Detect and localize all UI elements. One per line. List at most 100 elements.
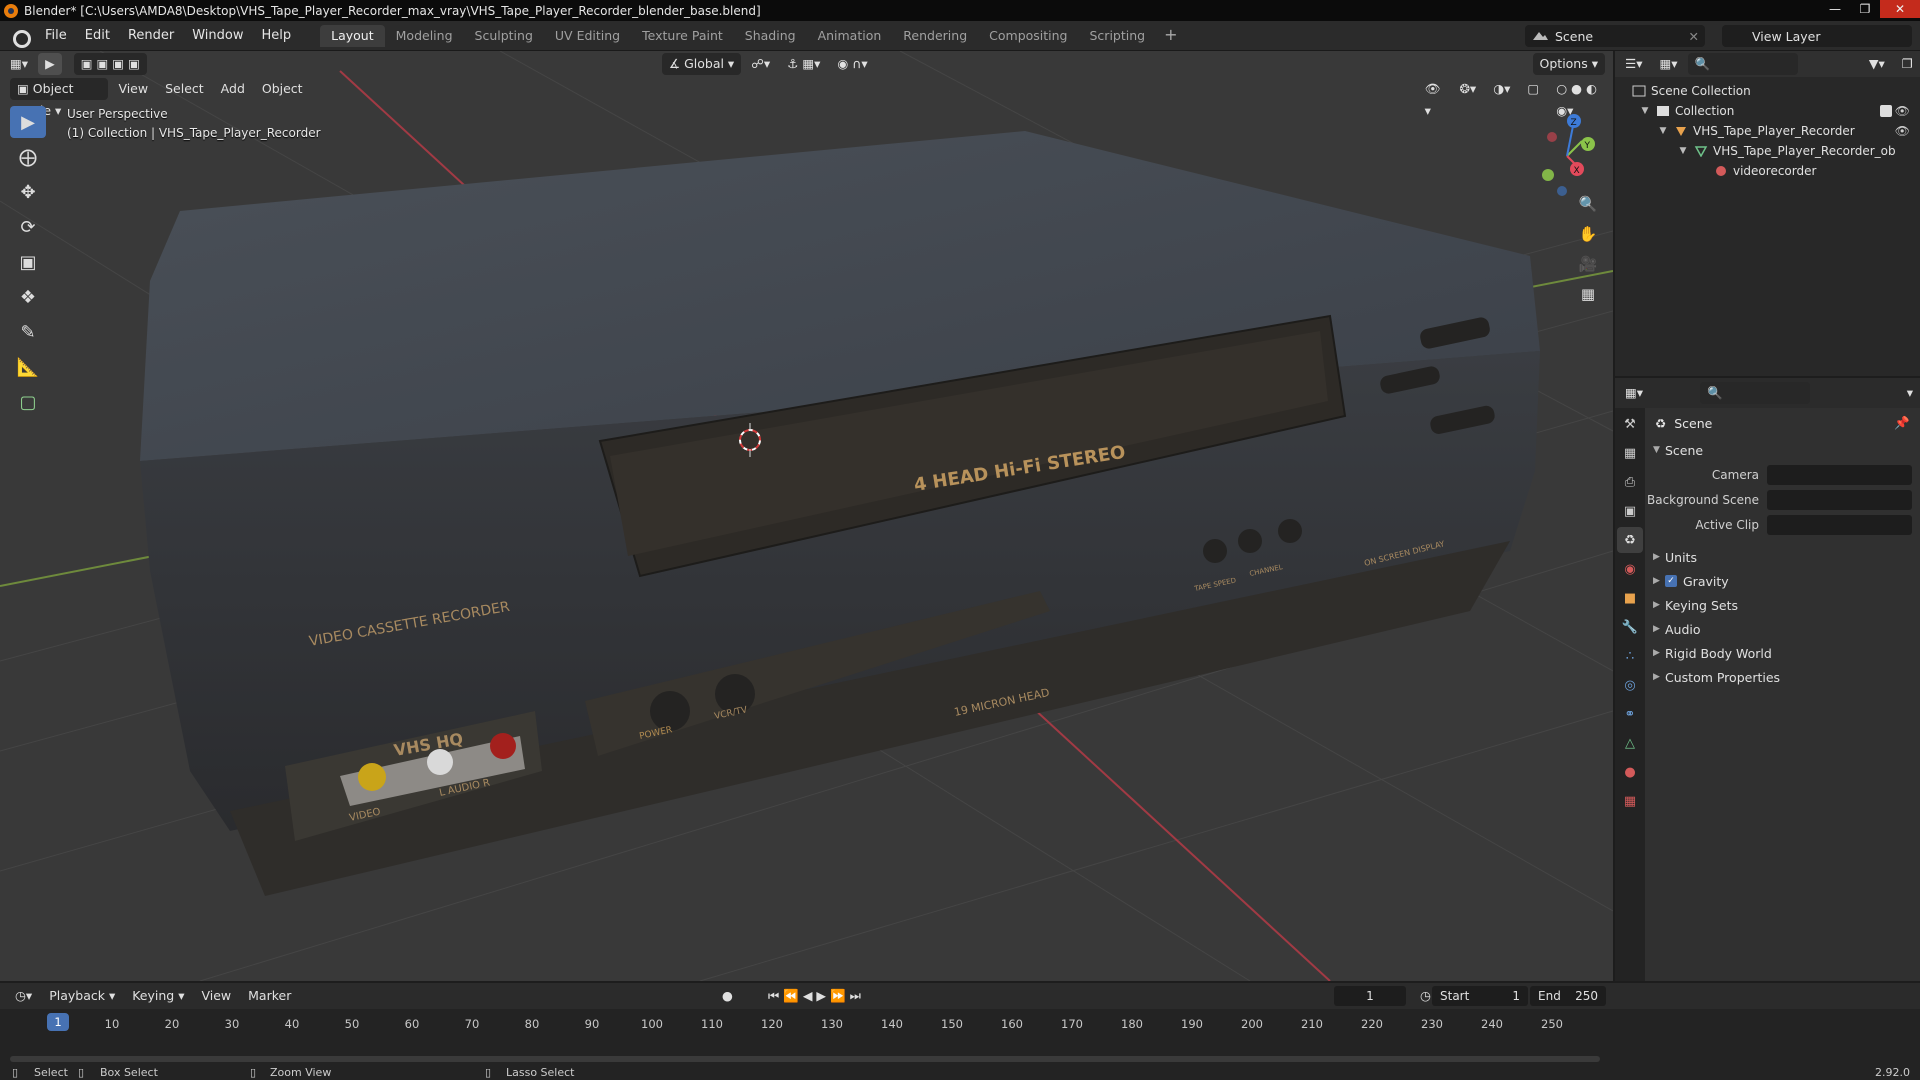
start-frame-input[interactable]: Start 1 bbox=[1432, 986, 1528, 1006]
gizmo-toggle-icon[interactable]: ❂▾ bbox=[1452, 78, 1483, 100]
menu-timeline-view[interactable]: View bbox=[194, 985, 238, 1007]
proportional-edit-icon[interactable]: ◉ ∩▾ bbox=[830, 53, 874, 75]
visibility-icon[interactable]: 👁▾ bbox=[1418, 78, 1450, 118]
3d-viewport[interactable]: 4 HEAD Hi-Fi STEREO VIDEO CASSETTE RECOR… bbox=[0, 51, 1613, 981]
navigation-gizmo[interactable]: Z Y X bbox=[1522, 111, 1612, 201]
blender-logo-icon[interactable] bbox=[10, 27, 31, 48]
add-cube-tool-icon[interactable]: ▢ bbox=[10, 386, 46, 418]
shading-modes-icon[interactable]: ○ ● ◐ ◉▾ bbox=[1549, 78, 1613, 118]
tool-tab-icon[interactable]: ⚒ bbox=[1617, 411, 1643, 437]
current-frame-input[interactable]: 1 bbox=[1334, 986, 1406, 1006]
units-panel[interactable]: ▶ Units bbox=[1647, 545, 1920, 569]
menu-render[interactable]: Render bbox=[119, 25, 183, 47]
tab-scripting[interactable]: Scripting bbox=[1079, 25, 1157, 47]
record-icon[interactable]: ● bbox=[715, 985, 740, 1007]
xray-icon[interactable]: ▢ bbox=[1520, 78, 1546, 100]
options-dropdown[interactable]: Options ▾ bbox=[1532, 53, 1605, 75]
timeline-editor-icon[interactable]: ◷▾ bbox=[8, 985, 39, 1007]
add-workspace-icon[interactable]: + bbox=[1156, 25, 1185, 47]
tab-texture-paint[interactable]: Texture Paint bbox=[631, 25, 734, 47]
scene-tab-icon[interactable]: ♻ bbox=[1617, 527, 1643, 553]
properties-panel[interactable]: ▦▾ 🔍 ▾ ⚒ ▦ ⎙ ▣ ♻ ◉ ■ 🔧 ∴ ◎ ⚭ △ ● ▦ ♻ Sce… bbox=[1615, 378, 1920, 981]
timeline-panel[interactable]: ◷▾ Playback ▾ Keying ▾ View Marker ● ⏮⏪◀… bbox=[0, 983, 1920, 1068]
new-collection-icon[interactable]: ❐ bbox=[1895, 53, 1920, 75]
annotate-tool-icon[interactable]: ✎ bbox=[10, 316, 46, 348]
select-box-tool-icon[interactable]: ▶ bbox=[10, 106, 46, 138]
render-tab-icon[interactable]: ▦ bbox=[1617, 440, 1643, 466]
snap-icon[interactable]: ⚓ ▦▾ bbox=[780, 53, 827, 75]
rigid-body-world-panel[interactable]: ▶ Rigid Body World bbox=[1647, 641, 1920, 665]
menu-playback[interactable]: Playback ▾ bbox=[42, 985, 122, 1007]
camera-view-icon[interactable]: 🎥 bbox=[1575, 251, 1601, 277]
menu-marker[interactable]: Marker bbox=[241, 985, 298, 1007]
pan-view-icon[interactable]: ✋ bbox=[1575, 221, 1601, 247]
menu-view[interactable]: View bbox=[111, 78, 155, 100]
filter-icon[interactable]: ▼▾ bbox=[1862, 53, 1892, 75]
camera-input[interactable] bbox=[1767, 464, 1912, 485]
eye-icon[interactable]: 👁 bbox=[1895, 124, 1910, 138]
gravity-checkbox[interactable]: ✓ bbox=[1665, 575, 1677, 587]
tab-compositing[interactable]: Compositing bbox=[978, 25, 1078, 47]
pin-icon[interactable]: 📌 bbox=[1894, 415, 1910, 431]
scene-section-header[interactable]: ▼ Scene bbox=[1647, 438, 1920, 462]
properties-editor-icon[interactable]: ▦▾ bbox=[1618, 382, 1650, 404]
audio-panel[interactable]: ▶ Audio bbox=[1647, 617, 1920, 641]
world-tab-icon[interactable]: ◉ bbox=[1617, 556, 1643, 582]
data-tab-icon[interactable]: △ bbox=[1617, 730, 1643, 756]
expand-icon[interactable]: ▼ bbox=[1639, 106, 1651, 116]
tab-modeling[interactable]: Modeling bbox=[385, 25, 464, 47]
timeline-scrollbar[interactable] bbox=[10, 1056, 1600, 1062]
timeline-ruler[interactable]: 1 10 20 30 40 50 60 70 80 90 100 110 120 130 140 150 16… bbox=[0, 1009, 1613, 1068]
outliner-row-material[interactable]: videorecorder bbox=[1615, 161, 1920, 181]
tab-sculpting[interactable]: Sculpting bbox=[464, 25, 544, 47]
exclude-checkbox[interactable] bbox=[1880, 105, 1892, 117]
outliner-row-collection[interactable]: ▼ Collection 👁 bbox=[1615, 101, 1920, 121]
editor-type-icon[interactable]: ▦▾ bbox=[3, 53, 35, 75]
expand-icon[interactable]: ▼ bbox=[1677, 146, 1689, 156]
playback-controls[interactable]: ⏮⏪◀▶⏩⏭ bbox=[761, 985, 872, 1007]
scene-selector[interactable]: Scene ✕ bbox=[1525, 25, 1705, 47]
display-mode-icon[interactable]: ▦▾ bbox=[1652, 53, 1684, 75]
menu-add[interactable]: Add bbox=[214, 78, 252, 100]
minimize-icon[interactable]: — bbox=[1820, 0, 1850, 18]
background-scene-input[interactable] bbox=[1767, 489, 1912, 510]
particles-tab-icon[interactable]: ∴ bbox=[1617, 643, 1643, 669]
outliner-panel[interactable]: ☰▾ ▦▾ 🔍 ▼▾ ❐ Scene Collection ▼ Collecti… bbox=[1615, 51, 1920, 376]
properties-options-icon[interactable]: ▾ bbox=[1900, 382, 1920, 404]
custom-properties-panel[interactable]: ▶ Custom Properties bbox=[1647, 665, 1920, 689]
transform-tool-icon[interactable]: ❖ bbox=[10, 281, 46, 313]
outliner-row-vhs-object[interactable]: ▼ VHS_Tape_Player_Recorder 👁 bbox=[1615, 121, 1920, 141]
ortho-toggle-icon[interactable]: ▦ bbox=[1575, 281, 1601, 307]
cursor-tool-icon[interactable]: ⨁ bbox=[10, 141, 46, 173]
object-tab-icon[interactable]: ■ bbox=[1617, 585, 1643, 611]
select-mode-icon[interactable]: ▶ bbox=[38, 53, 62, 75]
menu-file[interactable]: File bbox=[36, 25, 76, 47]
menu-keying[interactable]: Keying ▾ bbox=[125, 985, 191, 1007]
outliner-row-mesh-data[interactable]: ▼ VHS_Tape_Player_Recorder_ob bbox=[1615, 141, 1920, 161]
view-layer-selector[interactable]: View Layer bbox=[1722, 25, 1912, 47]
zoom-view-icon[interactable]: 🔍 bbox=[1575, 191, 1601, 217]
texture-tab-icon[interactable]: ▦ bbox=[1617, 788, 1643, 814]
measure-tool-icon[interactable]: 📐 bbox=[10, 351, 46, 383]
menu-window[interactable]: Window bbox=[183, 25, 252, 47]
pivot-icon[interactable]: ☍▾ bbox=[744, 53, 777, 75]
expand-icon[interactable]: ▼ bbox=[1657, 126, 1669, 136]
output-tab-icon[interactable]: ⎙ bbox=[1617, 469, 1643, 495]
selection-modes-icon[interactable]: ▣ ▣ ▣ ▣ bbox=[73, 53, 147, 75]
overlay-toggle-icon[interactable]: ◑▾ bbox=[1486, 78, 1517, 100]
scene-remove-icon[interactable]: ✕ bbox=[1689, 29, 1699, 44]
playhead[interactable]: 1 bbox=[47, 1013, 69, 1031]
tab-layout[interactable]: Layout bbox=[320, 24, 385, 47]
scale-tool-icon[interactable]: ▣ bbox=[10, 246, 46, 278]
keying-sets-panel[interactable]: ▶ Keying Sets bbox=[1647, 593, 1920, 617]
tab-rendering[interactable]: Rendering bbox=[892, 25, 978, 47]
tab-animation[interactable]: Animation bbox=[807, 25, 893, 47]
gravity-panel[interactable]: ▶ ✓ Gravity bbox=[1647, 569, 1920, 593]
rotate-tool-icon[interactable]: ⟳ bbox=[10, 211, 46, 243]
end-frame-input[interactable]: End 250 bbox=[1530, 986, 1606, 1006]
material-tab-icon[interactable]: ● bbox=[1617, 759, 1643, 785]
menu-edit[interactable]: Edit bbox=[76, 25, 119, 47]
menu-object[interactable]: Object bbox=[255, 78, 310, 100]
properties-search-input[interactable]: 🔍 bbox=[1700, 382, 1811, 404]
view-layer-tab-icon[interactable]: ▣ bbox=[1617, 498, 1643, 524]
